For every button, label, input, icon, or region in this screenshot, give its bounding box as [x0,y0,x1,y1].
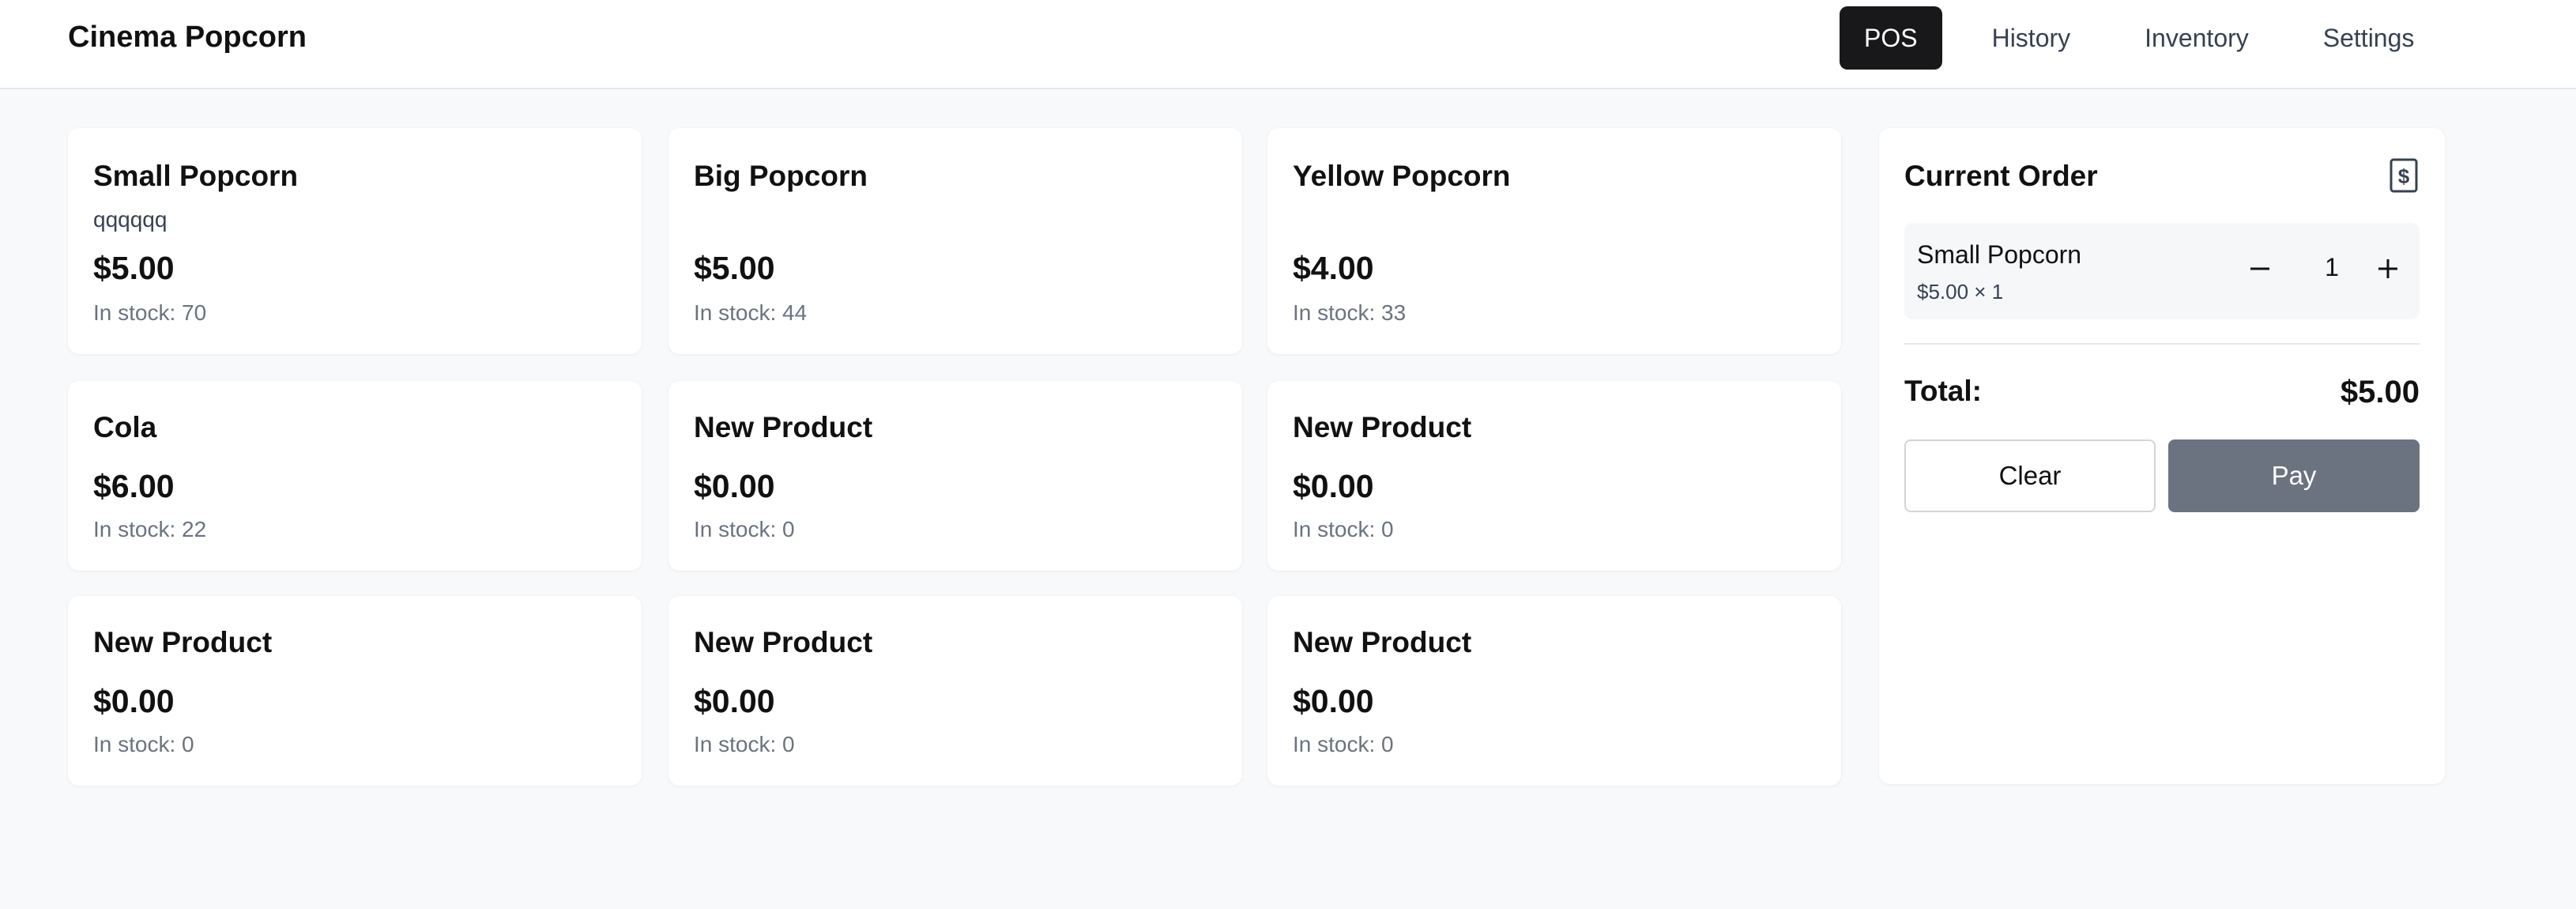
product-card-new-product[interactable]: New Product $0.00 In stock: 0 [1267,596,1841,786]
product-stock: In stock: 44 [694,300,808,325]
product-card-yellow-popcorn[interactable]: Yellow Popcorn $4.00 In stock: 33 [1267,128,1841,354]
svg-text:$: $ [2398,164,2410,188]
receipt-icon: $ [2390,158,2418,193]
product-price: $0.00 [93,683,175,719]
product-description: qqqqqq [93,207,168,232]
main-nav: POS History Inventory Settings [1840,6,2464,70]
product-stock: In stock: 70 [93,300,207,325]
quantity-value: 1 [2325,253,2339,281]
product-name: New Product [1293,626,1472,658]
current-order-panel: Current Order $ Small Popcorn $5.00 × 1 … [1879,128,2445,784]
product-card-new-product[interactable]: New Product $0.00 In stock: 0 [68,596,642,786]
product-price: $4.00 [1293,250,1374,286]
product-card-new-product[interactable]: New Product $0.00 In stock: 0 [668,381,1242,571]
product-stock: In stock: 0 [93,732,194,756]
product-stock: In stock: 22 [93,517,207,541]
line-item-name: Small Popcorn [1917,240,2082,269]
product-stock: In stock: 0 [1293,732,1394,756]
product-name: New Product [1293,411,1472,443]
product-name: Big Popcorn [694,160,868,192]
tab-settings[interactable]: Settings [2299,6,2439,70]
product-name: New Product [694,626,873,658]
product-card-new-product[interactable]: New Product $0.00 In stock: 0 [1267,381,1841,571]
divider [1904,343,2420,345]
product-name: New Product [694,411,873,443]
line-item-detail: $5.00 × 1 [1917,280,2004,304]
total-label: Total: [1904,375,1982,407]
product-stock: In stock: 0 [1293,517,1394,541]
product-card-cola[interactable]: Cola $6.00 In stock: 22 [68,381,642,571]
decrease-quantity-button[interactable] [2238,247,2282,291]
product-stock: In stock: 33 [1293,300,1407,325]
total-value: $5.00 [2340,375,2420,409]
product-price: $5.00 [93,250,175,286]
product-stock: In stock: 0 [694,517,795,541]
product-price: $5.00 [694,250,775,286]
order-title: Current Order [1904,160,2098,192]
product-price: $0.00 [694,468,775,504]
pay-button[interactable]: Pay [2168,439,2420,512]
increase-quantity-button[interactable] [2366,247,2410,291]
product-card-new-product[interactable]: New Product $0.00 In stock: 0 [668,596,1242,786]
order-line-item: Small Popcorn $5.00 × 1 1 [1904,223,2420,319]
product-name: Small Popcorn [93,160,299,192]
product-name: Yellow Popcorn [1293,160,1511,192]
product-price: $0.00 [694,683,775,719]
tab-pos[interactable]: POS [1840,6,1942,70]
product-name: Cola [93,411,157,443]
tab-history[interactable]: History [1968,6,2096,70]
top-navbar: Cinema Popcorn POS History Inventory Set… [0,0,2576,89]
product-name: New Product [93,626,273,658]
product-price: $6.00 [93,468,175,504]
product-price: $0.00 [1293,683,1374,719]
product-stock: In stock: 0 [694,732,795,756]
clear-button[interactable]: Clear [1904,439,2156,512]
product-price: $0.00 [1293,468,1374,504]
app-title: Cinema Popcorn [68,21,307,54]
product-card-small-popcorn[interactable]: Small Popcorn qqqqqq $5.00 In stock: 70 [68,128,642,354]
product-card-big-popcorn[interactable]: Big Popcorn $5.00 In stock: 44 [668,128,1242,354]
tab-inventory[interactable]: Inventory [2120,6,2273,70]
